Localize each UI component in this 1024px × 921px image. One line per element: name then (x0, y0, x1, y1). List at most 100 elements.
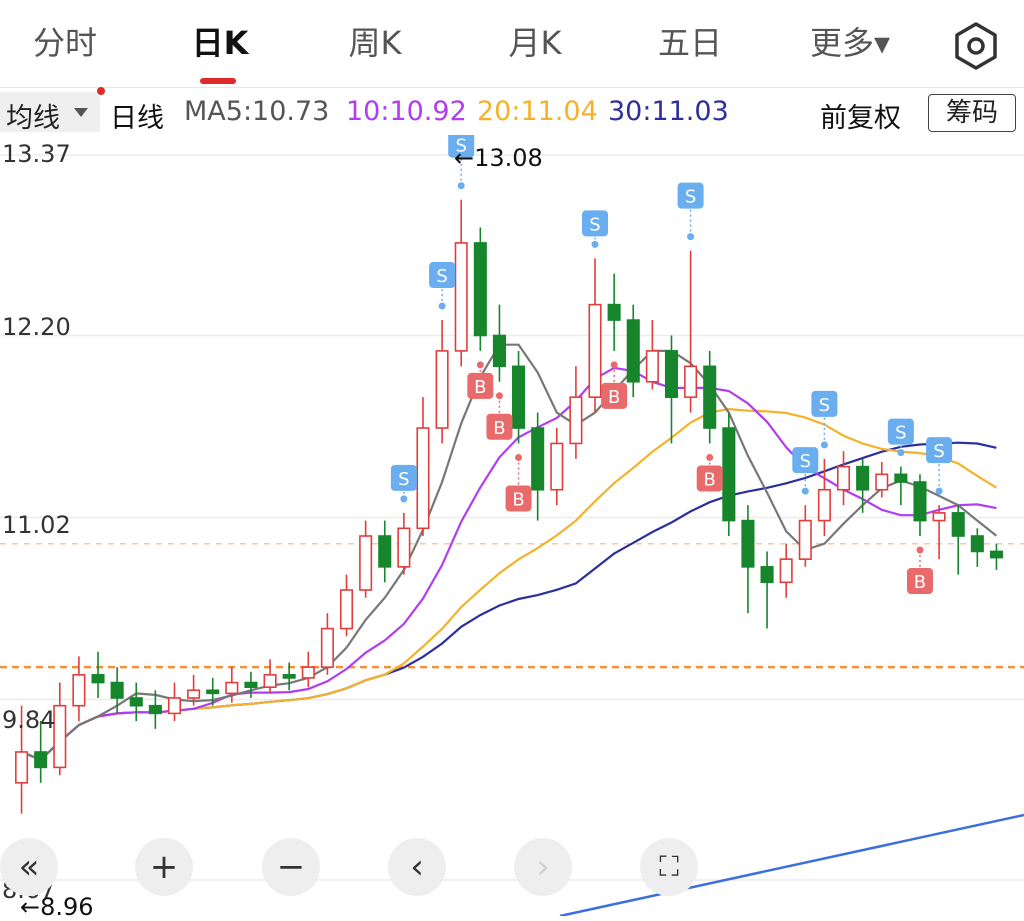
buy-signal-label: B (914, 572, 926, 593)
signal-dot (400, 495, 408, 503)
sell-signal-label: S (436, 266, 447, 287)
candle-body (779, 558, 793, 584)
candle-body (244, 681, 258, 688)
fullscreen-button[interactable]: ⛶ (640, 838, 698, 896)
candle-body (492, 334, 506, 368)
step-left-button[interactable]: ‹ (388, 838, 446, 896)
trend-line (559, 813, 1024, 916)
candle-body (263, 674, 277, 688)
period-label: 日线 (110, 103, 164, 134)
candle-body (722, 427, 736, 522)
candle-body (320, 627, 334, 668)
candle-body (53, 704, 67, 769)
sell-signal-label: S (819, 395, 830, 416)
candle-body (72, 674, 86, 707)
signal-dot (935, 487, 943, 495)
scroll-left-fast-button[interactable]: « (0, 838, 58, 896)
buy-signal-label: B (493, 418, 505, 439)
candle-body (856, 465, 870, 491)
candle-body (91, 674, 105, 684)
ma5-line (21, 343, 998, 761)
sell-signal-label: S (895, 423, 906, 444)
tab-day-k[interactable]: 日K (175, 18, 265, 68)
signal-dot (897, 449, 905, 457)
zoom-in-button[interactable]: + (135, 838, 193, 896)
candle-body (416, 427, 430, 530)
candle-body (932, 512, 946, 522)
period-tabs: 分时 日K 周K 月K 五日 更多▾ (0, 0, 1024, 90)
ma-legend: 日线 MA5:10.73 10:10.92 20:11.04 30:11.03 … (0, 92, 1024, 134)
sell-signal-label: S (933, 441, 944, 462)
tab-week-k[interactable]: 周K (330, 18, 420, 68)
candle-body (970, 535, 984, 553)
candle-body (34, 751, 48, 769)
kline-chart[interactable]: SSSBBBSBSBSSSBS (0, 135, 1024, 916)
tab-fenshi[interactable]: 分时 (20, 18, 110, 68)
step-right-button[interactable]: › (514, 838, 572, 896)
y-tick-label: 9.84 (2, 706, 56, 734)
candle-body (836, 465, 851, 491)
signal-dot (515, 453, 523, 461)
candle-body (989, 550, 1003, 559)
candle-body (894, 473, 908, 483)
candle-body (817, 488, 831, 522)
ma5-value: MA5:10.73 (184, 96, 330, 127)
tab-more[interactable]: 更多▾ (795, 18, 905, 68)
candle-body (187, 689, 201, 699)
y-tick-label: 11.02 (2, 511, 71, 539)
candle-body (550, 442, 564, 491)
sell-signal-label: S (800, 451, 811, 472)
signal-dot (916, 546, 924, 554)
ma10-value: 10:10.92 (346, 96, 467, 127)
zoom-out-button[interactable]: − (262, 838, 320, 896)
candle-body (569, 396, 583, 445)
candle-body (167, 697, 182, 715)
y-tick-label: 13.37 (2, 140, 71, 168)
candle-body (664, 350, 679, 398)
candle-body (454, 242, 468, 352)
candle-body (435, 350, 449, 429)
candle-body (951, 512, 965, 537)
candle-body (588, 303, 602, 398)
active-tab-indicator (200, 78, 236, 84)
buy-signal-label: B (608, 387, 620, 408)
signal-dot (457, 182, 465, 190)
tab-month-k[interactable]: 月K (490, 18, 580, 68)
chips-button[interactable]: 筹码 (928, 94, 1016, 132)
buy-signal-label: B (704, 469, 716, 490)
candle-body (225, 681, 239, 695)
candle-body (645, 350, 659, 383)
signal-dot (687, 233, 695, 241)
candle-body (15, 751, 29, 784)
buy-signal-label: B (512, 489, 524, 510)
candle-body (760, 566, 774, 584)
adjust-label[interactable]: 前复权 (820, 96, 901, 135)
candle-body (875, 473, 889, 491)
candle-body (798, 519, 812, 560)
candle-body (703, 365, 717, 429)
signal-dot (438, 302, 446, 310)
candle-body (512, 365, 526, 429)
ma30-value: 30:11.03 (608, 96, 729, 127)
candle-body (206, 689, 220, 695)
candle-body (684, 365, 698, 398)
candle-body (359, 535, 373, 591)
candle-body (473, 242, 487, 337)
candle-body (913, 481, 927, 522)
signal-dot (610, 361, 618, 369)
candle-body (282, 674, 296, 679)
candle-body (378, 535, 392, 568)
candle-body (626, 319, 640, 383)
candle-body (301, 666, 315, 679)
sell-signal-label: S (398, 469, 409, 490)
signal-dot (591, 240, 599, 248)
candle-body (741, 519, 755, 568)
candle-body (148, 704, 162, 715)
tab-five-day[interactable]: 五日 (645, 18, 735, 68)
buy-signal-label: B (474, 377, 486, 398)
candle-body (607, 303, 621, 321)
signal-dot (706, 453, 714, 461)
sell-signal-label: S (685, 187, 696, 208)
gear-icon[interactable] (950, 20, 1002, 72)
header-divider (0, 87, 1024, 88)
